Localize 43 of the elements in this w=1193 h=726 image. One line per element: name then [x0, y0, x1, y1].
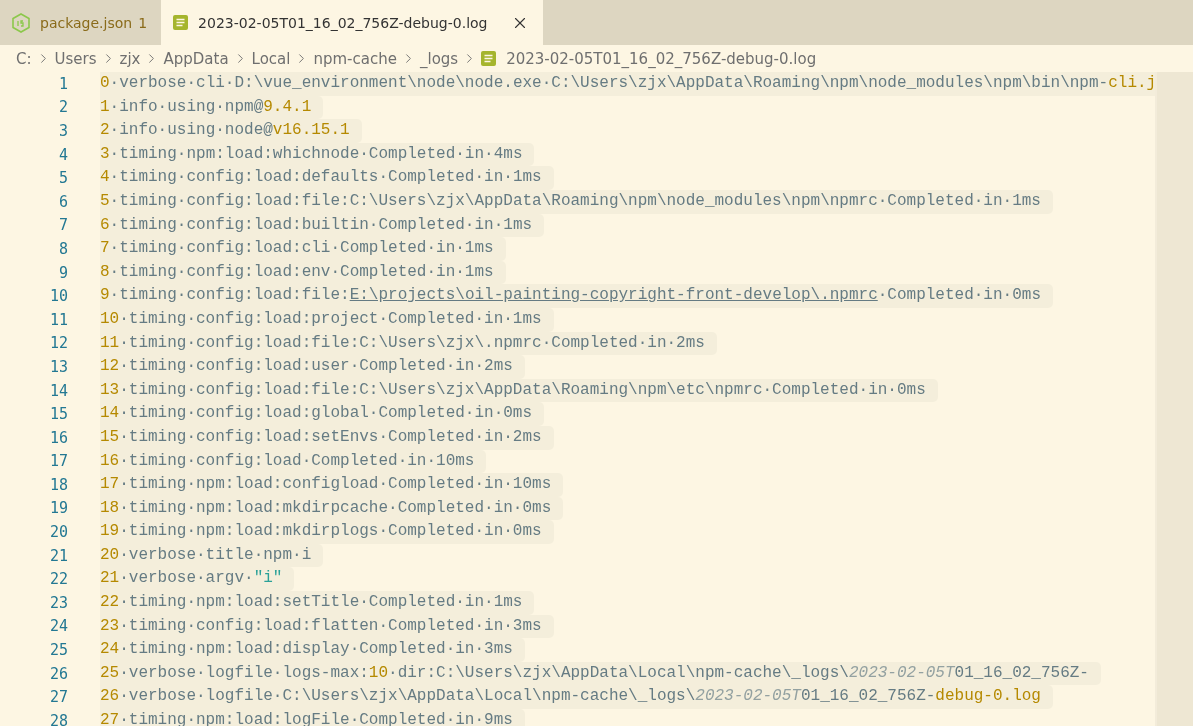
breadcrumb-item[interactable]: npm-cache [313, 49, 397, 68]
line-number: 1 [57, 74, 68, 93]
line-number: 23 [48, 593, 68, 612]
line-number: 7 [57, 216, 68, 235]
breadcrumb-item[interactable]: Users [54, 49, 97, 68]
hexagon-icon [12, 12, 30, 33]
line-number: 3 [57, 122, 68, 140]
line-number: 17 [48, 452, 68, 471]
tab-label: 2023-02-05T01_16_02_756Z-debug-0.log [198, 14, 488, 31]
line-number: 14 [48, 381, 68, 400]
tab-label: package.json [40, 14, 133, 31]
line-number: 16 [48, 428, 68, 447]
editor-tab[interactable]: 2023-02-05T01_16_02_756Z-debug-0.log [161, 0, 544, 45]
line-number: 11 [48, 310, 68, 329]
line-number: 28 [48, 711, 68, 726]
line-number: 27 [48, 688, 68, 707]
line-number: 8 [57, 239, 68, 258]
line-number: 12 [48, 334, 68, 353]
line-number: 18 [48, 475, 68, 494]
breadcrumb-item[interactable]: zjx [119, 49, 141, 68]
line-number: 6 [57, 192, 68, 211]
breadcrumb-item[interactable]: 2023-02-05T01_16_02_756Z-debug-0.log [506, 49, 817, 68]
line-number: 5 [57, 169, 68, 188]
line-number: 26 [48, 664, 68, 683]
line-number: 9 [57, 263, 68, 282]
line-number: 19 [48, 499, 68, 518]
breadcrumb-item[interactable]: _logs [419, 49, 459, 68]
line-number: 15 [48, 405, 68, 424]
breadcrumb-item[interactable]: AppData [163, 49, 229, 68]
line-number: 22 [48, 570, 68, 589]
problem-count: 1 [138, 14, 148, 31]
line-number: 13 [48, 357, 68, 376]
breadcrumb-item[interactable]: C: [16, 49, 32, 68]
line-number: 20 [48, 523, 68, 542]
line-number: 21 [48, 546, 68, 565]
line-number: 10 [48, 287, 68, 306]
file-lines-icon [173, 15, 189, 30]
line-number: 4 [57, 145, 68, 164]
breadcrumb-item[interactable]: Local [251, 49, 291, 68]
line-number: 25 [48, 641, 68, 660]
file-lines-icon [481, 51, 497, 66]
line-number: 24 [48, 617, 68, 636]
line-number: 2 [57, 98, 68, 117]
